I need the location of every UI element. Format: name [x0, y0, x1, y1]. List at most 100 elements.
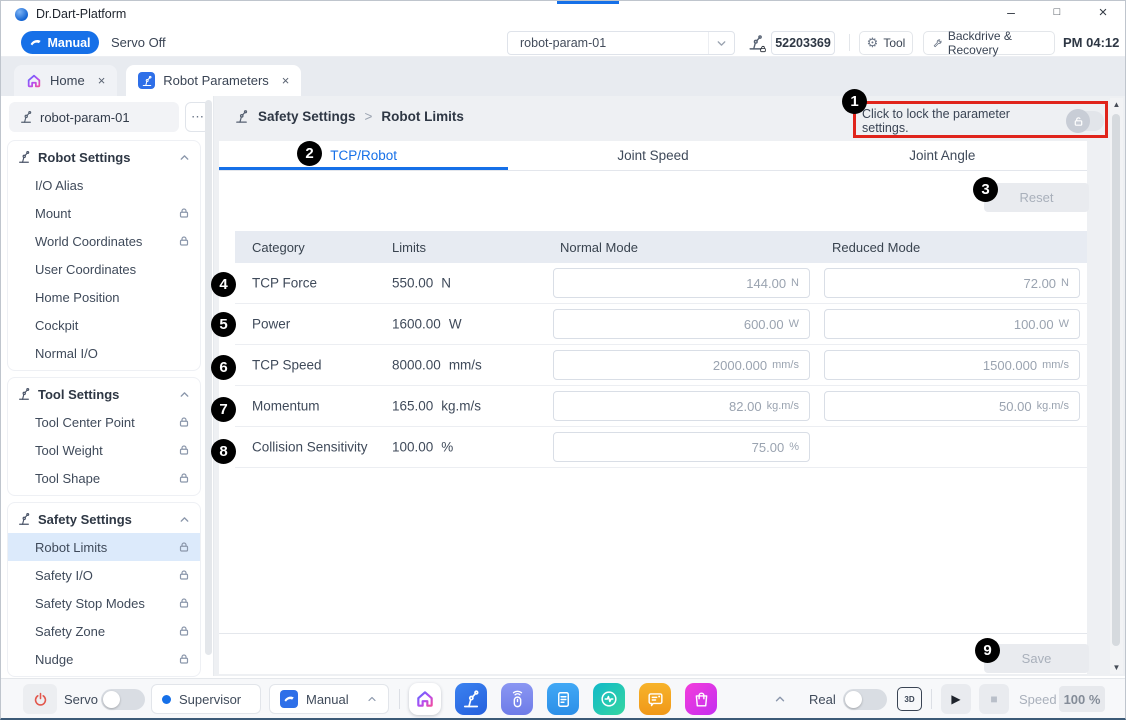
row-category: Power [252, 317, 290, 332]
parameter-file-value: robot-param-01 [520, 36, 606, 50]
dock-store-icon[interactable] [685, 683, 717, 715]
sidebar-scrollbar[interactable] [205, 100, 212, 655]
sidebar-item-safety-stop-modes[interactable]: Safety Stop Modes [8, 589, 200, 617]
backdrive-label: Backdrive & Recovery [948, 29, 1046, 57]
reduced-mode-input[interactable]: 72.00N [824, 268, 1080, 298]
breadcrumb-section: Safety Settings [258, 109, 356, 124]
lock-toggle[interactable] [1066, 111, 1104, 131]
role-status-dot [162, 695, 171, 704]
lock-icon [178, 416, 190, 428]
dock-message-icon[interactable] [639, 683, 671, 715]
normal-mode-input[interactable]: 144.00N [553, 268, 810, 298]
tab-home-close-icon[interactable]: × [98, 73, 106, 88]
annotation-badge-7: 7 [211, 397, 236, 422]
group-header-tool-settings[interactable]: Tool Settings [8, 380, 200, 408]
operation-mode-select[interactable]: Manual [269, 684, 389, 714]
sidebar-groups: Robot Settings I/O Alias Mount World Coo… [7, 140, 201, 677]
item-label: Safety Zone [35, 624, 105, 639]
sidebar-item-tool-center-point[interactable]: Tool Center Point [8, 408, 200, 436]
robot-icon [19, 110, 33, 124]
item-label: Tool Shape [35, 471, 100, 486]
dock-task-document-icon[interactable] [547, 683, 579, 715]
maximize-button[interactable]: □ [1049, 4, 1065, 21]
3d-view-button[interactable]: 3D [897, 687, 922, 711]
reduced-mode-input[interactable]: 100.00W [824, 309, 1080, 339]
reduced-mode-input[interactable]: 50.00kg.m/s [824, 391, 1080, 421]
sidebar-item-cockpit[interactable]: Cockpit [8, 311, 200, 339]
app-title: Dr.Dart-Platform [36, 7, 126, 21]
lock-hint-text: Click to lock the parameter settings. [862, 107, 1055, 135]
backdrive-recovery-button[interactable]: Backdrive & Recovery [923, 31, 1055, 55]
limits-table: Category Limits Normal Mode Reduced Mode… [235, 231, 1087, 468]
user-role-select[interactable]: Supervisor [151, 684, 261, 714]
sidebar-item-tool-weight[interactable]: Tool Weight [8, 436, 200, 464]
tab-joint-speed[interactable]: Joint Speed [508, 141, 797, 170]
minimize-button[interactable]: – [1003, 4, 1019, 21]
sidebar-item-safety-io[interactable]: Safety I/O [8, 561, 200, 589]
tab-robot-parameters-close-icon[interactable]: × [282, 73, 290, 88]
lock-icon [178, 653, 190, 665]
dock-expand-chevron-icon[interactable] [773, 692, 787, 706]
manual-mode-icon [280, 690, 298, 708]
row-limit: 8000.00mm/s [392, 358, 482, 373]
group-header-safety-settings[interactable]: Safety Settings [8, 505, 200, 533]
sidebar-item-normal-io[interactable]: Normal I/O [8, 339, 200, 367]
scroll-down-icon[interactable]: ▼ [1110, 663, 1123, 672]
normal-mode-input[interactable]: 75.00% [553, 432, 810, 462]
breadcrumb: Safety Settings > Robot Limits [234, 109, 464, 124]
servo-toggle[interactable] [101, 689, 145, 710]
dock-home-icon[interactable] [409, 683, 441, 715]
tab-tcp-robot[interactable]: TCP/Robot [219, 141, 508, 170]
stop-button[interactable]: ■ [979, 684, 1009, 714]
lock-icon [178, 472, 190, 484]
tool-button[interactable]: ⚙ Tool [859, 31, 913, 55]
dock-monitoring-icon[interactable] [593, 683, 625, 715]
manual-mode-button[interactable]: Manual [21, 31, 99, 54]
normal-mode-input[interactable]: 2000.000mm/s [553, 350, 810, 380]
lock-toggle-knob [1066, 109, 1090, 133]
play-button[interactable]: ▶ [941, 684, 971, 714]
table-header-row: Category Limits Normal Mode Reduced Mode [235, 231, 1087, 263]
robot-serial-badge: 52203369 [771, 31, 835, 55]
sidebar-item-tool-shape[interactable]: Tool Shape [8, 464, 200, 492]
group-robot-settings: Robot Settings I/O Alias Mount World Coo… [7, 140, 201, 371]
annotation-badge-3: 3 [973, 177, 998, 202]
sidebar-item-io-alias[interactable]: I/O Alias [8, 171, 200, 199]
dock-robot-parameters-icon[interactable] [455, 683, 487, 715]
scrollbar-thumb[interactable] [1112, 114, 1120, 646]
sidebar: robot-param-01 ⋯ Robot Settings I/O Alia… [1, 96, 213, 676]
sidebar-item-nudge[interactable]: Nudge [8, 645, 200, 673]
normal-mode-input[interactable]: 82.00kg.m/s [553, 391, 810, 421]
power-button[interactable] [23, 684, 57, 714]
sidebar-item-mount[interactable]: Mount [8, 199, 200, 227]
reduced-mode-input[interactable]: 1500.000mm/s [824, 350, 1080, 380]
close-button[interactable]: × [1095, 4, 1111, 21]
sidebar-item-user-coordinates[interactable]: User Coordinates [8, 255, 200, 283]
sidebar-param-label: robot-param-01 [40, 110, 130, 125]
role-value: Supervisor [179, 692, 241, 707]
sidebar-item-safety-zone[interactable]: Safety Zone [8, 617, 200, 645]
breadcrumb-separator: > [365, 109, 373, 124]
scroll-up-icon[interactable]: ▲ [1110, 100, 1123, 109]
real-toggle[interactable] [843, 689, 887, 710]
item-label: Tool Center Point [35, 415, 135, 430]
parameter-file-select[interactable]: robot-param-01 [507, 31, 735, 55]
normal-mode-input[interactable]: 600.00W [553, 309, 810, 339]
reset-button[interactable]: Reset [984, 183, 1089, 212]
annotation-badge-6: 6 [211, 355, 236, 380]
tab-home[interactable]: Home × [14, 65, 117, 96]
header-reduced-mode: Reduced Mode [832, 240, 920, 255]
main-scrollbar[interactable]: ▲ ▼ [1110, 98, 1123, 674]
sidebar-item-home-position[interactable]: Home Position [8, 283, 200, 311]
bottom-status-bar: Servo Supervisor Manual [1, 678, 1125, 718]
speed-value-box[interactable]: 100 % [1059, 686, 1105, 712]
sidebar-item-world-coordinates[interactable]: World Coordinates [8, 227, 200, 255]
sidebar-item-robot-limits[interactable]: Robot Limits [8, 533, 200, 561]
group-header-robot-settings[interactable]: Robot Settings [8, 143, 200, 171]
limits-tab-strip: TCP/Robot Joint Speed Joint Angle [219, 141, 1087, 171]
dock-remote-control-icon[interactable] [501, 683, 533, 715]
tab-robot-parameters[interactable]: Robot Parameters × [126, 65, 301, 96]
sidebar-param-name[interactable]: robot-param-01 [9, 102, 179, 132]
tab-joint-angle[interactable]: Joint Angle [798, 141, 1087, 170]
app-logo-icon [15, 8, 28, 21]
